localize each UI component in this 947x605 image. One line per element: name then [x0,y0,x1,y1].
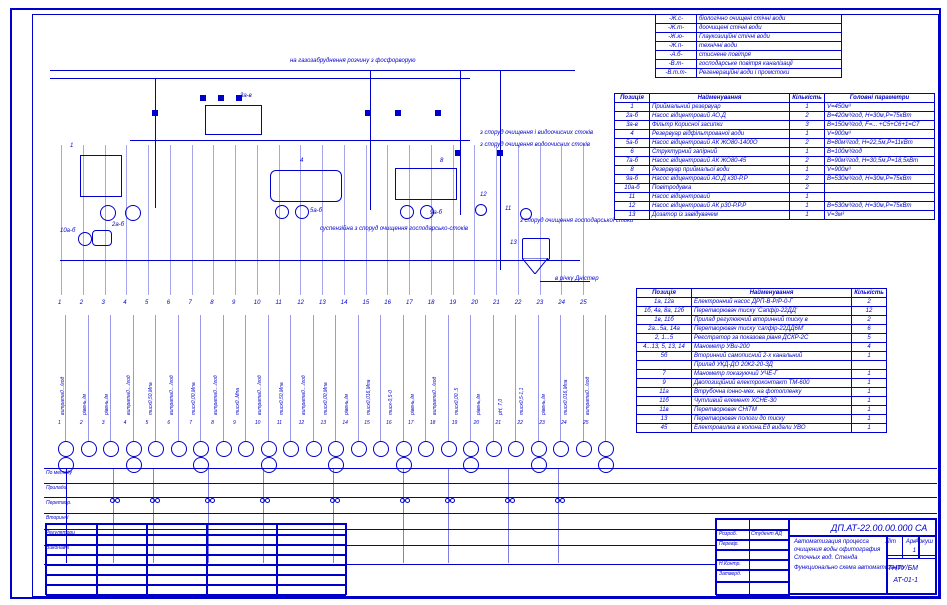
note-b: з споруд очищення і видоочисних стоків [480,130,593,136]
pipe-mid [130,140,470,141]
drawing-sheet: 1 2а-б 3а-в 4 5а-б 8 9а-б 10а-б 12 13 11 [0,0,947,605]
pipe-low [60,260,580,261]
pipe-v2 [370,70,371,210]
valve [497,150,503,156]
instruments-table: ПозиціяНайменуванняКількість1а, 12аЕлект… [636,288,887,433]
pipe-top2 [50,78,470,79]
vessel-4 [270,170,342,202]
ref-1: 1 [70,143,73,149]
pipe-v4 [500,70,501,270]
pipe-v1 [155,78,156,208]
valve [152,110,158,116]
pump-5b [295,205,309,219]
drawing-code: ДП.АТ-22.00.00.000 СА [831,523,927,533]
pump-2a [100,205,116,221]
vessel-8 [395,168,457,200]
revision-stamp [45,523,347,595]
valve [435,110,441,116]
filter-3 [205,105,262,135]
note-d: суспензійна з споруд очищення господарсь… [320,226,468,232]
valve [200,95,206,101]
instrument-bubble-row [44,435,600,468]
pump-5a [275,205,289,219]
dozator-13-top [522,238,550,260]
pipe-v3 [460,70,461,215]
legend-table: -Ж.с-біологічно очищені стічні води-Ж.т-… [655,14,842,78]
note-a: на газозабруднення розчину з фосфорворую [290,58,415,64]
blower-10 [78,232,92,246]
pipe-top1 [50,70,575,71]
blower-10b [92,230,112,246]
valve [365,110,371,116]
valve [395,110,401,116]
equipment-table: ПозиціяНайменуванняКількістьГоловні пара… [614,93,935,220]
pump-9a [400,205,414,219]
valve [218,95,224,101]
pump-2b [125,205,141,221]
vessel-1 [80,155,122,197]
title-block: ДП.АТ-22.00.00.000 СА Автоматизация проц… [715,518,937,595]
pump-12 [475,204,487,216]
valve [236,95,242,101]
valve [455,150,461,156]
